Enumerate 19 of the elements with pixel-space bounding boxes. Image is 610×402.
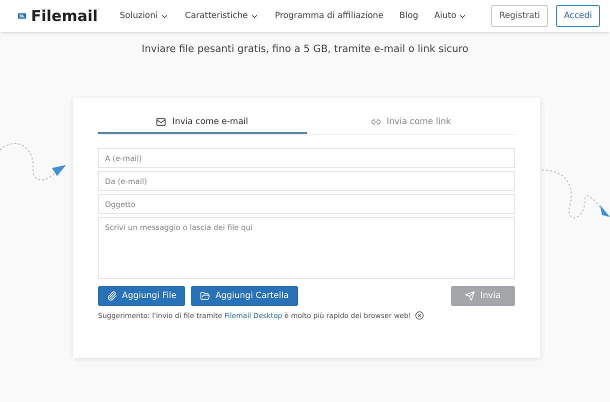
envelope-icon [156,117,166,127]
brand-name: Filemail [31,7,98,25]
add-button[interactable]: Aggiungi Cartella [191,286,298,306]
nav-link[interactable]: Aiuto [434,11,468,21]
tab[interactable]: Invia come link [306,112,515,134]
send-icon [465,291,476,301]
subtitle: Inviare file pesanti gratis, fino a 5 GB, tramite e-mail o link sicuro [140,44,470,55]
tab[interactable]: Invia come e-mail [98,112,306,134]
register-button[interactable]: Registrati [491,5,548,27]
link-icon [370,117,381,127]
nav-menu[interactable]: Caratteristiche [184,11,259,21]
folder-icon [200,291,210,301]
nav-menu[interactable]: Soluzioni [120,11,169,21]
nav-link[interactable]: Blog [399,11,418,21]
nav-link[interactable]: Programma di affiliazione [274,11,384,21]
paperclip-icon [107,291,117,301]
close-icon[interactable] [415,311,424,320]
add-button[interactable]: Aggiungi File [98,286,186,306]
login-button[interactable]: Accedi [556,5,600,27]
